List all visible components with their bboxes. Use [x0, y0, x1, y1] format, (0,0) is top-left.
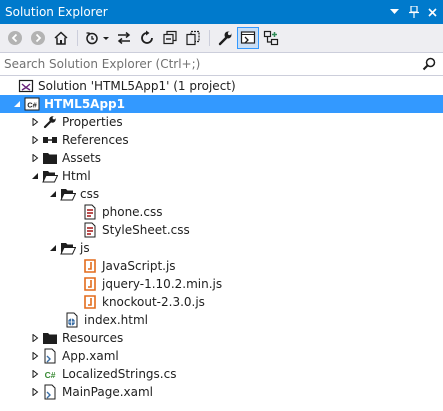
tree-item-resources[interactable]: Resources	[0, 329, 443, 347]
pending-changes-filter-button[interactable]	[82, 27, 112, 49]
search-input[interactable]	[0, 54, 419, 74]
wrench-icon	[42, 114, 58, 130]
tree-item-jquery-js[interactable]: jquery-1.10.2.min.js	[0, 275, 443, 293]
tree-item-label: index.html	[84, 313, 148, 327]
tree-item-localized-strings-cs[interactable]: C# LocalizedStrings.cs	[0, 365, 443, 383]
tree-item-label: phone.css	[102, 205, 163, 219]
expand-triangle-icon[interactable]	[28, 113, 42, 131]
expand-triangle-icon[interactable]	[28, 347, 42, 365]
expand-triangle-icon[interactable]	[28, 383, 42, 401]
tree-item-project[interactable]: C# HTML5App1	[0, 95, 443, 113]
tree-item-label: MainPage.xaml	[62, 385, 153, 399]
tree-item-properties[interactable]: Properties	[0, 113, 443, 131]
search-icon[interactable]	[419, 54, 439, 74]
back-button[interactable]	[4, 27, 26, 49]
tree-item-mainpage-xaml[interactable]: MainPage.xaml	[0, 383, 443, 401]
collapse-triangle-icon[interactable]	[10, 95, 24, 113]
toolbar-separator	[209, 30, 210, 46]
view-class-diagram-button[interactable]	[260, 27, 282, 49]
csharp-project-icon: C#	[24, 96, 40, 112]
window-options-dropdown-icon[interactable]	[386, 3, 403, 21]
tree-item-label: JavaScript.js	[102, 259, 176, 273]
html-file-icon	[64, 312, 80, 328]
folder-icon	[42, 150, 58, 166]
solution-explorer-toolbar	[0, 24, 443, 52]
solution-icon	[18, 78, 34, 94]
open-folder-icon	[60, 186, 76, 202]
solution-tree: Solution 'HTML5App1' (1 project) C# HTML…	[0, 77, 443, 401]
sync-with-active-document-button[interactable]	[113, 27, 135, 49]
xaml-file-icon	[42, 384, 58, 400]
tree-item-js-folder[interactable]: js	[0, 239, 443, 257]
collapse-all-button[interactable]	[159, 27, 181, 49]
tree-item-label: css	[80, 187, 100, 201]
toolbar-separator	[77, 30, 78, 46]
csharp-badge: C#	[45, 370, 56, 380]
csharp-file-icon: C#	[42, 366, 58, 382]
xaml-file-icon	[42, 348, 58, 364]
tree-item-label: js	[80, 241, 90, 255]
references-icon	[42, 132, 58, 148]
tree-item-label: Properties	[62, 115, 123, 129]
refresh-button[interactable]	[136, 27, 158, 49]
tree-item-label: Solution 'HTML5App1' (1 project)	[38, 79, 236, 93]
tree-item-label: App.xaml	[62, 349, 119, 363]
expand-triangle-icon[interactable]	[28, 149, 42, 167]
css-file-icon	[82, 222, 98, 238]
tree-item-label: Html	[62, 169, 91, 183]
expand-triangle-icon[interactable]	[28, 365, 42, 383]
tree-item-label: References	[62, 133, 129, 147]
expand-triangle-icon[interactable]	[28, 131, 42, 149]
tree-item-label: LocalizedStrings.cs	[62, 367, 177, 381]
preview-selected-items-button[interactable]	[237, 27, 259, 49]
collapse-triangle-icon[interactable]	[28, 167, 42, 185]
tree-item-css-folder[interactable]: css	[0, 185, 443, 203]
expand-triangle-icon[interactable]	[28, 329, 42, 347]
tree-item-label: StyleSheet.css	[102, 223, 190, 237]
js-file-icon	[82, 258, 98, 274]
tree-item-stylesheet-css[interactable]: StyleSheet.css	[0, 221, 443, 239]
pin-icon[interactable]	[405, 3, 422, 21]
tree-item-label: jquery-1.10.2.min.js	[102, 277, 223, 291]
css-file-icon	[82, 204, 98, 220]
search-bar	[0, 52, 443, 76]
home-button[interactable]	[50, 27, 72, 49]
tree-item-assets[interactable]: Assets	[0, 149, 443, 167]
tree-item-javascript-js[interactable]: JavaScript.js	[0, 257, 443, 275]
tree-item-html-folder[interactable]: Html	[0, 167, 443, 185]
window-title: Solution Explorer	[5, 5, 108, 19]
tree-item-references[interactable]: References	[0, 131, 443, 149]
properties-wrench-button[interactable]	[214, 27, 236, 49]
collapse-triangle-icon[interactable]	[46, 239, 60, 257]
js-file-icon	[82, 294, 98, 310]
tree-item-knockout-js[interactable]: knockout-2.3.0.js	[0, 293, 443, 311]
tree-item-label: HTML5App1	[44, 97, 125, 111]
collapse-triangle-icon[interactable]	[46, 185, 60, 203]
open-folder-icon	[42, 168, 58, 184]
forward-button[interactable]	[27, 27, 49, 49]
tree-item-solution[interactable]: Solution 'HTML5App1' (1 project)	[0, 77, 443, 95]
tree-item-label: Assets	[62, 151, 102, 165]
tree-item-index-html[interactable]: index.html	[0, 311, 443, 329]
window-titlebar: Solution Explorer	[0, 0, 443, 24]
project-badge: C#	[27, 101, 37, 110]
folder-icon	[42, 330, 58, 346]
tree-item-phone-css[interactable]: phone.css	[0, 203, 443, 221]
close-icon[interactable]	[424, 3, 441, 21]
js-file-icon	[82, 276, 98, 292]
tree-item-app-xaml[interactable]: App.xaml	[0, 347, 443, 365]
show-all-files-button[interactable]	[182, 27, 204, 49]
open-folder-icon	[60, 240, 76, 256]
tree-item-label: knockout-2.3.0.js	[102, 295, 205, 309]
tree-item-label: Resources	[62, 331, 124, 345]
